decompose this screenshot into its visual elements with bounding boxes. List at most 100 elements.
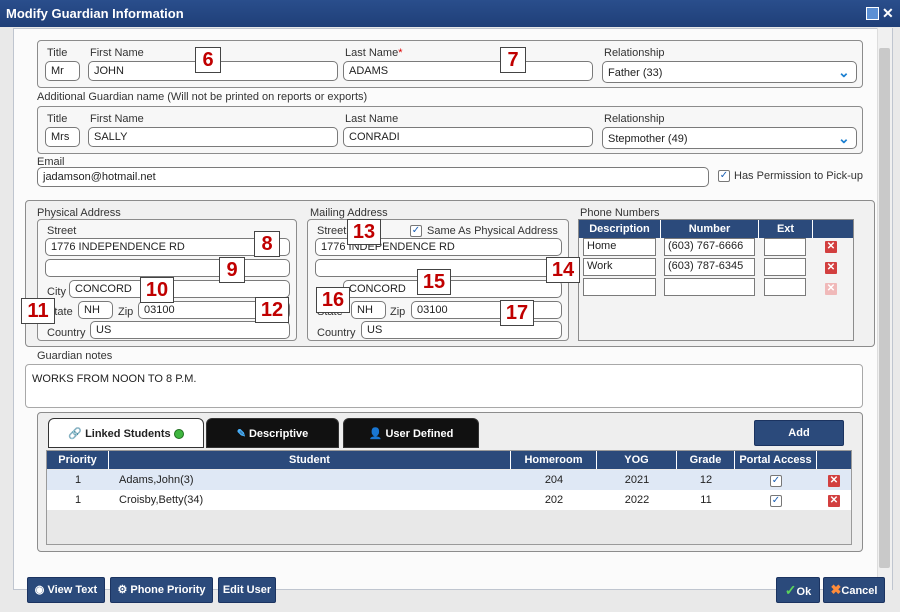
phone-numbers-heading: Phone Numbers	[580, 207, 660, 219]
table-row[interactable]: 1 Adams,John(3) 204 2021 12 ✓ ✕	[47, 470, 851, 490]
ok-button[interactable]: ✓Ok	[776, 577, 820, 603]
first-name-label: First Name	[90, 47, 144, 59]
phone-row-ext[interactable]	[764, 238, 806, 256]
title-input[interactable]: Mr	[45, 61, 80, 81]
col-delete	[817, 451, 851, 469]
callout-badge: 7	[500, 47, 526, 73]
callout-badge: 16	[316, 287, 350, 313]
row-delete: ✕	[817, 470, 851, 490]
title-bar: Modify Guardian Information ✕	[0, 0, 900, 27]
row-student: Croisby,Betty(34)	[119, 494, 204, 506]
email-input[interactable]: jadamson@hotmail.net	[37, 167, 709, 187]
additional-relationship-select[interactable]: Stepmother (49)	[602, 127, 857, 149]
portal-access-checkbox[interactable]: ✓	[770, 495, 782, 507]
close-icon[interactable]: ✕	[882, 6, 895, 20]
phone-table-header: Description Number Ext	[579, 220, 853, 238]
tab-linked-students[interactable]: 🔗 Linked Students	[48, 418, 204, 448]
phone-col-delete	[813, 220, 853, 238]
row-grade: 11	[700, 494, 712, 506]
phone-row-description[interactable]: Work	[583, 258, 656, 276]
physical-city-input[interactable]: CONCORD	[69, 280, 290, 298]
view-text-label: View Text	[47, 584, 98, 596]
additional-first-name-input[interactable]: SALLY	[88, 127, 338, 147]
edit-user-button[interactable]: Edit User	[218, 577, 276, 603]
guardian-notes-label: Guardian notes	[37, 350, 113, 362]
cancel-x-icon: ✖	[830, 582, 842, 597]
pickup-label: Has Permission to Pick-up	[734, 170, 863, 182]
mailing-zip-label: Zip	[390, 306, 406, 318]
maximize-icon[interactable]	[866, 7, 879, 20]
user-icon: 👤	[368, 428, 383, 440]
phone-priority-button[interactable]: ⚙ Phone Priority	[110, 577, 213, 603]
additional-guardian-label: Additional Guardian name (Will not be pr…	[37, 91, 368, 103]
phone-row-ext[interactable]	[764, 278, 806, 296]
row-grade: 12	[699, 474, 713, 486]
phone-row-number[interactable]: (603) 787-6345	[664, 258, 755, 276]
mailing-zip-input[interactable]: 03100	[411, 301, 562, 319]
tab-user-defined[interactable]: 👤 User Defined	[343, 418, 479, 448]
edit-icon: ✎	[236, 428, 246, 440]
tab-linked-students-label: Linked Students	[85, 428, 171, 440]
callout-badge: 14	[546, 257, 580, 283]
title-label: Title	[47, 47, 68, 59]
physical-state-input[interactable]: NH	[78, 301, 113, 319]
row-delete: ✕	[817, 490, 851, 510]
callout-badge: 6	[195, 47, 221, 73]
cancel-label: Cancel	[841, 585, 878, 597]
phone-row-ext[interactable]	[764, 258, 806, 276]
additional-title-input[interactable]: Mrs	[45, 127, 80, 147]
row-portal-access: ✓	[735, 470, 817, 490]
delete-icon[interactable]: ✕	[828, 475, 840, 487]
tab-descriptive-label: Descriptive	[248, 428, 309, 440]
additional-first-name-label: First Name	[90, 113, 144, 125]
delete-icon[interactable]: ✕	[825, 241, 837, 253]
callout-badge: 8	[254, 231, 280, 257]
mailing-city-input[interactable]: CONCORD	[343, 280, 562, 298]
phone-row-number[interactable]	[664, 278, 755, 296]
last-name-input[interactable]: ADAMS	[343, 61, 593, 81]
mailing-address-heading: Mailing Address	[310, 207, 388, 219]
col-homeroom: Homeroom	[511, 451, 597, 469]
phone-row-description[interactable]: Home	[583, 238, 656, 256]
additional-last-name-label: Last Name	[345, 113, 399, 125]
phone-col-description: Description	[579, 220, 661, 238]
status-dot-icon	[173, 429, 184, 440]
col-priority: Priority	[47, 451, 109, 469]
tab-user-defined-label: User Defined	[385, 428, 454, 440]
chevron-down-icon[interactable]: ⌄	[838, 64, 850, 81]
chevron-down-icon[interactable]: ⌄	[838, 130, 850, 147]
phone-row-description[interactable]	[583, 278, 656, 296]
additional-last-name-input[interactable]: CONRADI	[343, 127, 593, 147]
portal-access-checkbox[interactable]: ✓	[770, 475, 782, 487]
relationship-select[interactable]: Father (33)	[602, 61, 857, 83]
mailing-state-input[interactable]: NH	[351, 301, 386, 319]
scrollbar-thumb[interactable]	[879, 48, 890, 568]
pickup-checkbox[interactable]: ✓	[718, 170, 730, 182]
delete-icon[interactable]: ✕	[825, 283, 837, 295]
phone-col-ext: Ext	[759, 220, 813, 238]
same-as-physical-checkbox[interactable]: ✓	[410, 225, 422, 237]
guardian-notes-textarea[interactable]: WORKS FROM NOON TO 8 P.M.	[25, 364, 863, 408]
delete-icon[interactable]: ✕	[828, 495, 840, 507]
physical-street2-input[interactable]	[45, 259, 290, 277]
row-yog: 2022	[624, 494, 650, 506]
physical-zip-label: Zip	[118, 306, 134, 318]
phone-priority-label: Phone Priority	[130, 584, 206, 596]
delete-icon[interactable]: ✕	[825, 262, 837, 274]
tab-descriptive[interactable]: ✎ Descriptive	[206, 418, 339, 448]
same-as-physical-label: Same As Physical Address	[427, 225, 558, 237]
cancel-button[interactable]: ✖Cancel	[823, 577, 885, 603]
row-homeroom: 204	[544, 474, 564, 486]
add-button[interactable]: Add	[754, 420, 844, 446]
physical-street-label: Street	[47, 225, 77, 237]
table-row[interactable]: 1 Croisby,Betty(34) 202 2022 11 ✓ ✕	[47, 490, 851, 510]
phone-row-number[interactable]: (603) 767-6666	[664, 238, 755, 256]
col-portal-access: Portal Access	[735, 451, 817, 469]
row-priority: 1	[74, 494, 82, 506]
view-text-button[interactable]: ◉ View Text	[27, 577, 105, 603]
callout-badge: 17	[500, 300, 534, 326]
gear-icon: ⚙	[117, 584, 128, 596]
col-student: Student	[109, 451, 511, 469]
additional-relationship-label: Relationship	[604, 113, 665, 125]
physical-country-input[interactable]: US	[90, 321, 290, 339]
